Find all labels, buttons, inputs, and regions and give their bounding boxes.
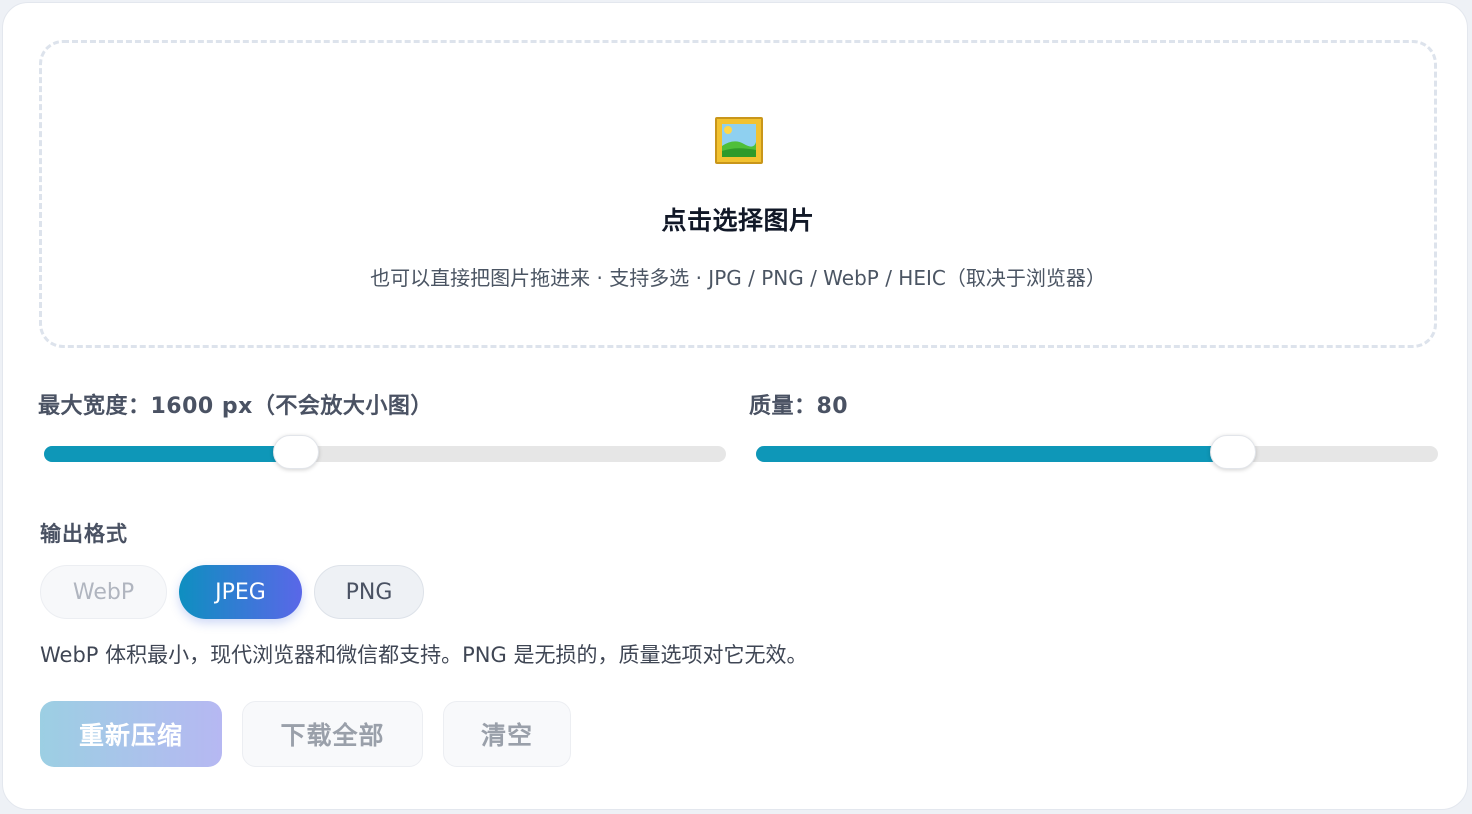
- output-format-label: 输出格式: [40, 522, 128, 546]
- framed-picture-icon: [715, 117, 763, 164]
- dropzone-subtitle: 也可以直接把图片拖进来 · 支持多选 · JPG / PNG / WebP / …: [370, 266, 1106, 290]
- quality-slider[interactable]: [756, 435, 1438, 469]
- quality-slider-thumb[interactable]: [1210, 435, 1257, 469]
- max-width-slider-fill: [44, 446, 297, 462]
- quality-slider-fill: [756, 446, 1234, 462]
- format-option-png[interactable]: PNG: [314, 565, 424, 619]
- max-width-slider-thumb[interactable]: [273, 435, 320, 469]
- dropzone-title: 点击选择图片: [661, 206, 815, 235]
- compressor-panel: 点击选择图片 也可以直接把图片拖进来 · 支持多选 · JPG / PNG / …: [2, 2, 1468, 810]
- clear-button[interactable]: 清空: [443, 701, 571, 767]
- max-width-slider[interactable]: [44, 435, 726, 469]
- format-option-jpeg[interactable]: JPEG: [179, 565, 302, 619]
- image-dropzone[interactable]: 点击选择图片 也可以直接把图片拖进来 · 支持多选 · JPG / PNG / …: [39, 40, 1437, 348]
- download-all-button[interactable]: 下载全部: [242, 701, 423, 767]
- format-option-webp[interactable]: WebP: [40, 565, 167, 619]
- quality-label: 质量：80: [749, 394, 849, 419]
- recompress-button[interactable]: 重新压缩: [40, 701, 222, 767]
- max-width-label: 最大宽度：1600 px（不会放大小图）: [38, 394, 433, 419]
- format-hint: WebP 体积最小，现代浏览器和微信都支持。PNG 是无损的，质量选项对它无效。: [40, 643, 808, 667]
